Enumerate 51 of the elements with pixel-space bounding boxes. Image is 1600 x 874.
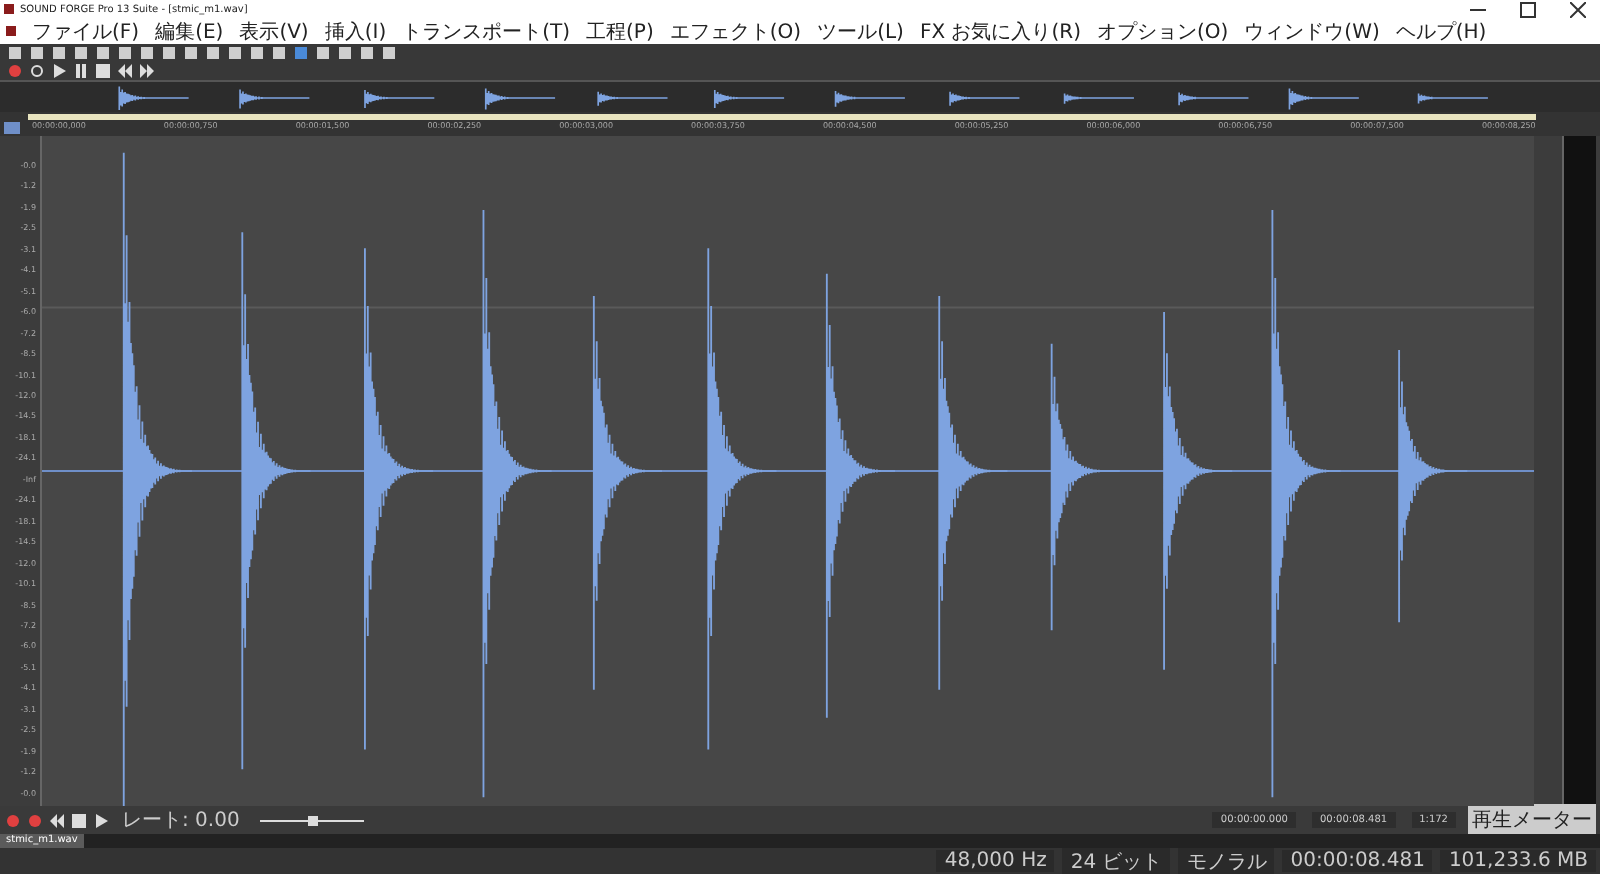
toolbar-button[interactable] xyxy=(380,44,398,62)
toolbar-button[interactable] xyxy=(138,44,156,62)
menu-item[interactable]: 工程(P) xyxy=(586,17,654,45)
toolbar-button[interactable] xyxy=(28,44,46,62)
menu-item[interactable]: オプション(O) xyxy=(1096,17,1229,45)
toolbar-button[interactable] xyxy=(72,44,90,62)
fast-forward-button[interactable] xyxy=(138,62,156,80)
status-field: モノラル xyxy=(1178,847,1275,874)
rate-label: レート: 0.00 xyxy=(122,808,240,834)
menu-item[interactable]: ファイル(F) xyxy=(32,17,140,45)
status-field: 101,233.6 MB xyxy=(1440,850,1596,872)
view-toggle-button[interactable] xyxy=(4,122,20,134)
record-button[interactable] xyxy=(4,811,22,829)
toolbar-button[interactable] xyxy=(182,44,200,62)
stop-button[interactable] xyxy=(70,811,88,829)
menu-item[interactable]: 表示(V) xyxy=(239,17,309,45)
menu-item[interactable]: ツール(L) xyxy=(817,17,904,45)
menu-item[interactable]: ウィンドウ(W) xyxy=(1244,17,1380,45)
rewind-button[interactable] xyxy=(116,62,134,80)
toolbar-button[interactable] xyxy=(160,44,178,62)
pause-button[interactable] xyxy=(72,62,90,80)
toolbar-button[interactable] xyxy=(336,44,354,62)
app-icon xyxy=(4,4,14,14)
status-field: 00:00:08.481 xyxy=(1282,850,1433,872)
toolbar-button[interactable] xyxy=(314,44,332,62)
close-icon xyxy=(1570,1,1586,17)
toolbar-button[interactable] xyxy=(292,44,310,62)
status-field: 48,000 Hz xyxy=(936,850,1055,872)
play-button[interactable] xyxy=(50,62,68,80)
toolbar-button[interactable] xyxy=(94,44,112,62)
toolbar-button[interactable] xyxy=(116,44,134,62)
menu-item[interactable]: FX お気に入り(R) xyxy=(919,17,1081,45)
rewind-button[interactable] xyxy=(48,811,66,829)
toolbar-button[interactable] xyxy=(358,44,376,62)
menu-item[interactable]: 挿入(I) xyxy=(324,17,387,45)
toolbar-button[interactable] xyxy=(226,44,244,62)
stop-button[interactable] xyxy=(94,62,112,80)
menu-item[interactable]: 編集(E) xyxy=(155,17,224,45)
meter-button[interactable]: 再生メーター xyxy=(1468,804,1596,836)
maximize-icon xyxy=(1520,1,1536,17)
play-button[interactable] xyxy=(92,811,110,829)
status-field: 24 ビット xyxy=(1062,847,1171,874)
menu-item[interactable]: トランスポート(T) xyxy=(402,17,571,45)
toolbar-button[interactable] xyxy=(6,44,24,62)
toolbar-button[interactable] xyxy=(248,44,266,62)
document-icon xyxy=(6,26,16,36)
toolbar-button[interactable] xyxy=(270,44,288,62)
menu-item[interactable]: エフェクト(O) xyxy=(669,17,802,45)
toolbar-button[interactable] xyxy=(50,44,68,62)
menu-item[interactable]: ヘルプ(H) xyxy=(1395,17,1487,45)
toolbar-button[interactable] xyxy=(204,44,222,62)
